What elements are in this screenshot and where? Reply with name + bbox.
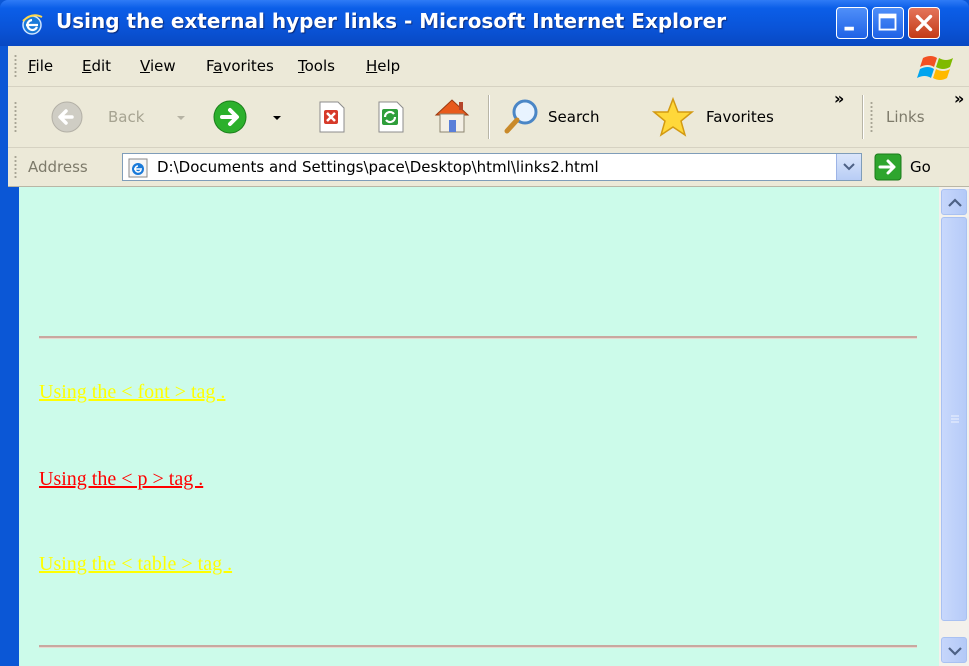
forward-arrow-icon [213,100,247,134]
menu-tools[interactable]: Tools [298,57,335,75]
browser-window: Using the external hyper links - Microso… [0,0,969,666]
scroll-down-button[interactable] [941,637,967,663]
stop-button[interactable] [311,97,351,137]
standard-toolbar: Back Search Favorites » Links » [8,87,969,148]
menu-view[interactable]: View [140,57,176,75]
favorites-star-icon [652,96,694,137]
back-dropdown-icon [177,116,185,120]
chevron-down-icon [843,163,855,171]
toolbar-separator [862,95,863,139]
menu-edit[interactable]: Edit [82,57,111,75]
page-ie-icon [128,158,148,178]
address-grip [14,155,17,179]
go-button-label[interactable]: Go [910,158,931,176]
link-font-tag[interactable]: Using the < font > tag . [39,381,225,404]
links-label[interactable]: Links [886,108,925,126]
forward-button[interactable] [208,95,298,139]
refresh-button[interactable] [370,97,410,137]
search-button[interactable]: Search [500,93,632,141]
back-arrow-icon [51,101,83,133]
search-icon [504,99,538,134]
menu-favorites[interactable]: Favorites [206,57,274,75]
menu-file[interactable]: File [28,57,53,75]
horizontal-rule-bottom [39,645,917,648]
toolbar-overflow-chevron[interactable]: » [834,89,844,108]
search-label: Search [548,108,600,126]
grip-lines-icon [951,415,959,423]
forward-dropdown-icon [273,116,281,120]
title-bar[interactable]: Using the external hyper links - Microso… [0,0,969,46]
links-overflow-chevron[interactable]: » [954,89,964,108]
toolbar-separator [488,95,489,139]
home-button[interactable] [428,93,476,139]
favorites-button[interactable]: Favorites [642,93,802,141]
scroll-up-button[interactable] [941,189,967,215]
menu-grip [14,54,17,78]
scroll-thumb[interactable] [941,217,967,621]
maximize-icon [878,13,897,31]
chevron-down-icon [948,647,962,656]
go-arrow-icon[interactable] [874,153,902,181]
horizontal-rule-top [39,336,917,339]
chevron-up-icon [948,198,962,207]
page-content: Using the < font > tag . Using the < p >… [19,187,939,666]
address-url: D:\Documents and Settings\pace\Desktop\h… [157,158,599,176]
address-dropdown-button[interactable] [836,154,861,180]
vertical-scrollbar[interactable] [939,187,969,666]
close-icon [915,14,933,32]
minimize-icon [844,26,854,31]
link-table-tag[interactable]: Using the < table > tag . [39,553,232,576]
minimize-button[interactable] [836,7,868,39]
refresh-icon [378,101,404,133]
window-left-border [8,187,19,666]
address-label: Address [28,158,88,176]
menu-bar: File Edit View Favorites Tools Help [8,46,969,87]
address-input[interactable]: D:\Documents and Settings\pace\Desktop\h… [122,153,862,181]
menu-help[interactable]: Help [366,57,400,75]
windows-logo-icon [917,56,953,80]
address-bar: Address D:\Documents and Settings\pace\D… [8,148,969,187]
toolbar-grip [14,101,17,133]
links-grip [870,101,873,133]
internet-explorer-icon [22,14,43,35]
close-button[interactable] [908,7,940,39]
favorites-label: Favorites [706,108,774,126]
back-label: Back [108,108,145,126]
back-button[interactable]: Back [28,95,198,139]
link-p-tag[interactable]: Using the < p > tag . [39,468,203,491]
stop-icon [319,101,345,133]
maximize-button[interactable] [872,7,904,39]
home-icon [434,99,470,133]
window-title: Using the external hyper links - Microso… [56,9,727,33]
